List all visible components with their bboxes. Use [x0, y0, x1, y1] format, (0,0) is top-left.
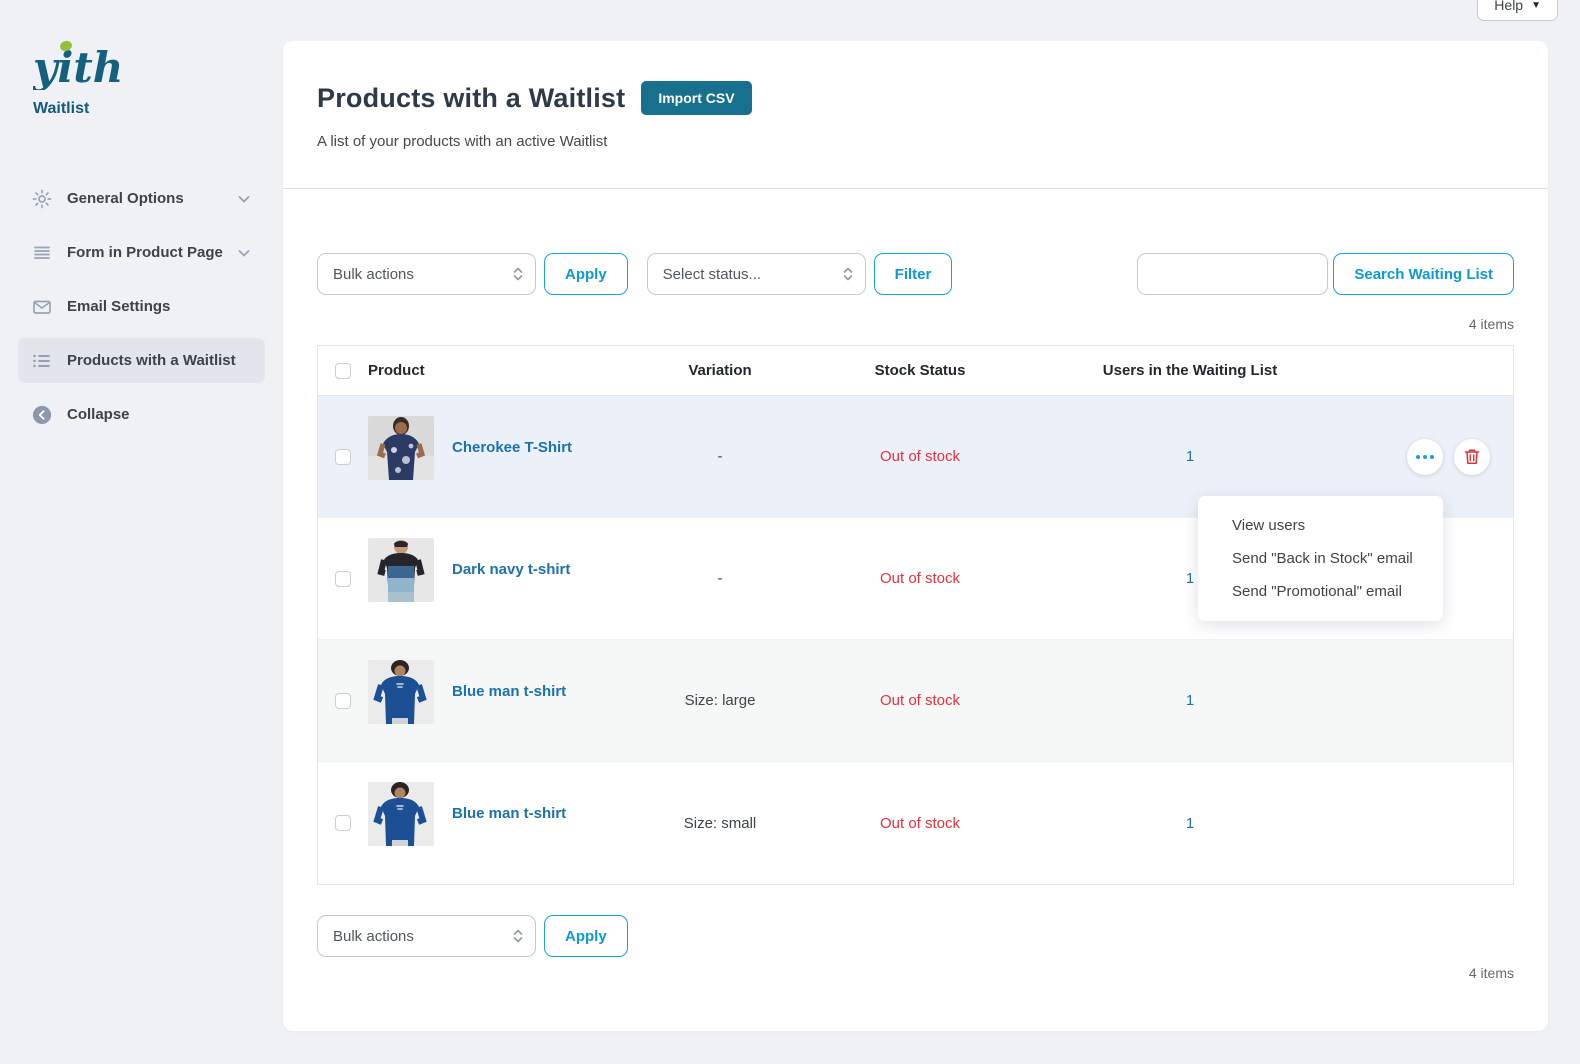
users-count-cell[interactable]: 1	[1030, 640, 1350, 761]
bulk-actions-select[interactable]: Bulk actions	[317, 253, 536, 295]
table-row: Blue man t-shirt Size: large Out of stoc…	[318, 640, 1513, 762]
apply-button-bottom[interactable]: Apply	[544, 915, 628, 957]
import-csv-button[interactable]: Import CSV	[641, 81, 751, 115]
chevron-down-icon	[237, 246, 251, 260]
top-toolbar: Bulk actions Apply Select status... Filt…	[317, 253, 1514, 295]
list-icon	[32, 351, 52, 371]
column-header-users: Users in the Waiting List	[1030, 346, 1350, 395]
page: Help ▼ yith Waitlist General Options	[0, 0, 1580, 1064]
row-checkbox[interactable]	[335, 571, 351, 587]
row-checkbox[interactable]	[335, 449, 351, 465]
product-link[interactable]: Blue man t-shirt	[452, 683, 566, 700]
page-subtitle: A list of your products with an active W…	[317, 133, 1514, 150]
table-row: Blue man t-shirt Size: small Out of stoc…	[318, 762, 1513, 884]
row-menu-button[interactable]	[1407, 439, 1443, 475]
product-link[interactable]: Dark navy t-shirt	[452, 561, 570, 578]
stock-status-cell: Out of stock	[810, 762, 1030, 884]
row-checkbox[interactable]	[335, 815, 351, 831]
select-all-checkbox[interactable]	[335, 363, 351, 379]
email-icon	[32, 297, 52, 317]
stock-status-cell: Out of stock	[810, 518, 1030, 639]
gear-icon	[32, 189, 52, 209]
sidebar-item-label: General Options	[67, 190, 237, 207]
product-cell: Cherokee T-Shirt	[368, 396, 630, 517]
column-header-variation: Variation	[630, 346, 810, 395]
sidebar-item-label: Collapse	[67, 406, 251, 423]
filter-button[interactable]: Filter	[874, 253, 953, 295]
menu-item-send-promotional-email[interactable]: Send "Promotional" email	[1198, 575, 1443, 608]
variation-cell: Size: large	[630, 640, 810, 761]
column-header-product: Product	[368, 346, 630, 395]
product-cell: Blue man t-shirt	[368, 640, 630, 761]
yith-logo: yith Waitlist	[0, 38, 283, 118]
page-title: Products with a Waitlist	[317, 83, 625, 114]
form-icon	[32, 243, 52, 263]
collapse-icon	[32, 405, 52, 425]
row-checkbox[interactable]	[335, 693, 351, 709]
search-input[interactable]	[1137, 253, 1328, 295]
menu-item-view-users[interactable]: View users	[1198, 509, 1443, 542]
variation-cell: -	[630, 518, 810, 639]
help-button[interactable]: Help ▼	[1477, 0, 1558, 21]
delete-row-button[interactable]	[1454, 439, 1490, 475]
variation-cell: Size: small	[630, 762, 810, 884]
plugin-name: Waitlist	[33, 100, 283, 118]
product-image	[368, 538, 434, 602]
product-image	[368, 416, 434, 480]
row-action-menu: View users Send "Back in Stock" email Se…	[1198, 496, 1443, 621]
status-filter-select[interactable]: Select status...	[647, 253, 866, 295]
users-count-cell[interactable]: 1	[1030, 762, 1350, 884]
sidebar-item-label: Form in Product Page	[67, 244, 237, 261]
product-link[interactable]: Blue man t-shirt	[452, 805, 566, 822]
product-link[interactable]: Cherokee T-Shirt	[452, 439, 572, 456]
stock-status-cell: Out of stock	[810, 396, 1030, 517]
search-waiting-list-button[interactable]: Search Waiting List	[1333, 253, 1514, 295]
items-count-top: 4 items	[317, 316, 1514, 332]
variation-cell: -	[630, 396, 810, 517]
bottom-toolbar: Bulk actions Apply	[317, 915, 1514, 957]
svg-text:yith: yith	[33, 43, 123, 90]
product-cell: Blue man t-shirt	[368, 762, 630, 884]
sidebar-item-products-with-a-waitlist[interactable]: Products with a Waitlist	[18, 338, 265, 383]
panel-header: Products with a Waitlist Import CSV A li…	[283, 41, 1548, 189]
items-count-bottom: 4 items	[317, 965, 1514, 981]
help-caret-icon: ▼	[1531, 0, 1541, 11]
ellipsis-icon	[1416, 455, 1434, 459]
product-cell: Dark navy t-shirt	[368, 518, 630, 639]
sidebar-item-form-in-product-page[interactable]: Form in Product Page	[18, 230, 265, 275]
chevron-down-icon	[237, 192, 251, 206]
waitlist-table: Product Variation Stock Status Users in …	[317, 345, 1514, 885]
sidebar-nav: General Options Form in Product Page	[0, 176, 283, 437]
sidebar: yith Waitlist General Options	[0, 0, 283, 1064]
table-row: Cherokee T-Shirt - Out of stock 1	[318, 396, 1513, 518]
sidebar-item-email-settings[interactable]: Email Settings	[18, 284, 265, 329]
main-panel: Products with a Waitlist Import CSV A li…	[283, 41, 1548, 1031]
menu-item-send-back-in-stock-email[interactable]: Send "Back in Stock" email	[1198, 542, 1443, 575]
sidebar-item-general-options[interactable]: General Options	[18, 176, 265, 221]
product-image	[368, 782, 434, 846]
apply-button[interactable]: Apply	[544, 253, 628, 295]
product-image	[368, 660, 434, 724]
sidebar-item-label: Products with a Waitlist	[67, 352, 251, 369]
bulk-actions-select-bottom[interactable]: Bulk actions	[317, 915, 536, 957]
trash-icon	[1464, 448, 1480, 465]
stock-status-cell: Out of stock	[810, 640, 1030, 761]
sidebar-item-collapse[interactable]: Collapse	[18, 392, 265, 437]
table-header-row: Product Variation Stock Status Users in …	[318, 346, 1513, 396]
help-label: Help	[1494, 0, 1523, 13]
sidebar-item-label: Email Settings	[67, 298, 251, 315]
column-header-stock-status: Stock Status	[810, 346, 1030, 395]
